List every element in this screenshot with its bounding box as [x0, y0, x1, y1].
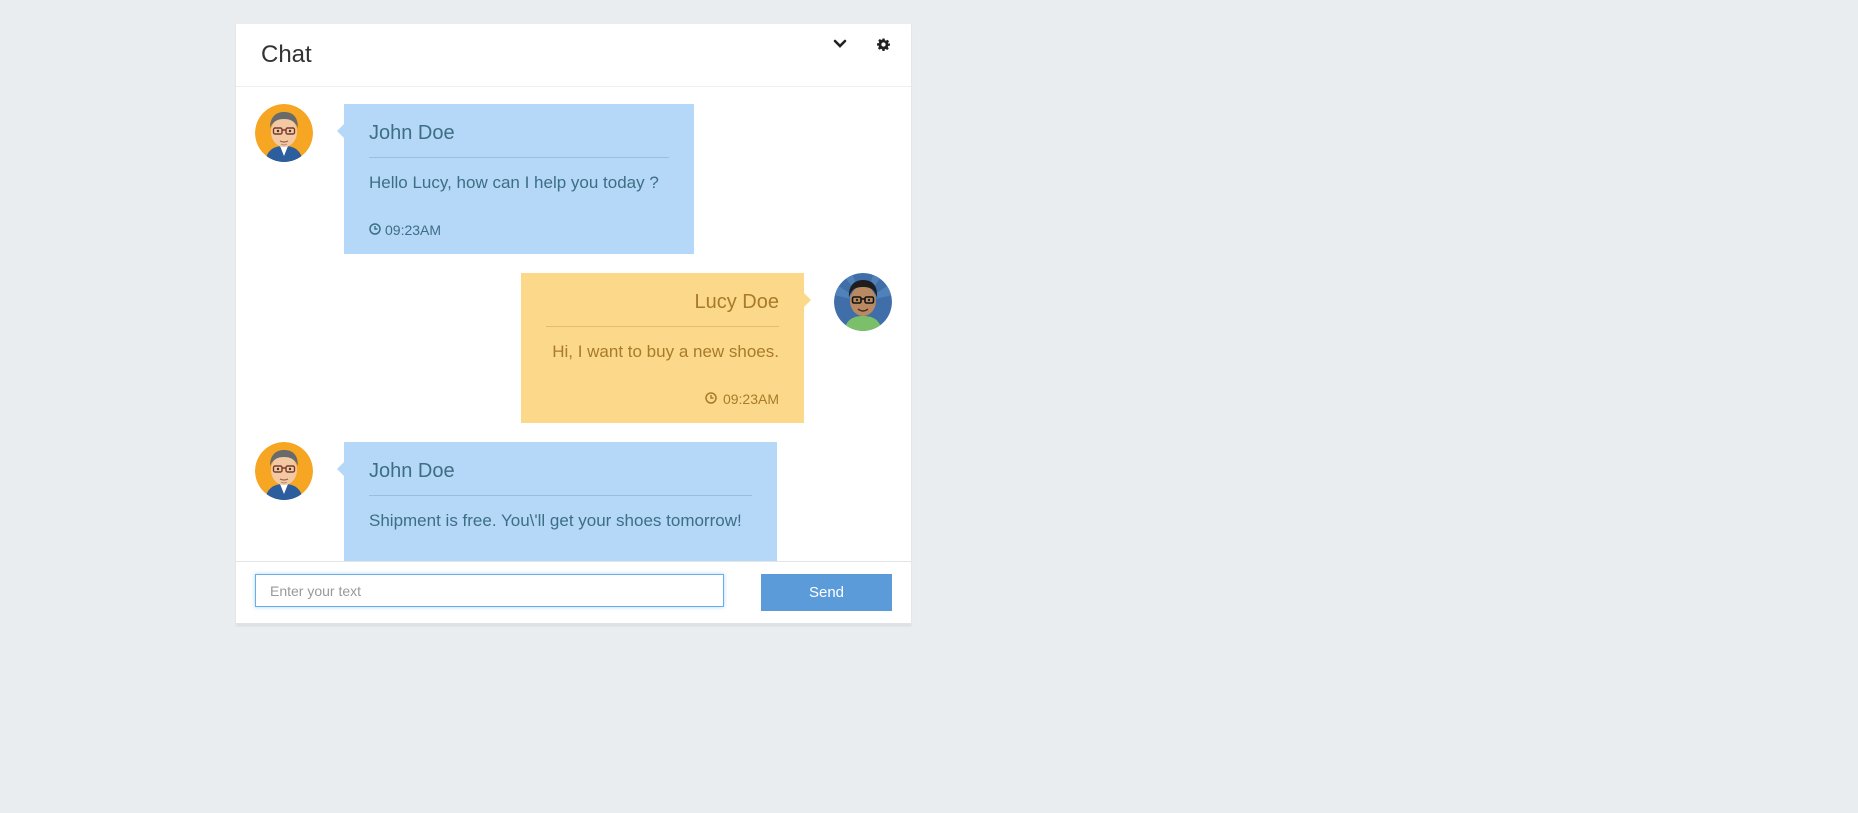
message-sender: John Doe: [369, 104, 669, 158]
bubble-pointer: [804, 293, 811, 307]
message-bubble: John Doe Hello Lucy, how can I help you …: [337, 104, 694, 254]
message-bubble: Lucy Doe Hi, I want to buy a new shoes. …: [521, 273, 811, 423]
bubble-pointer: [337, 462, 344, 476]
message-time: 09:23AM: [722, 391, 779, 407]
message-input[interactable]: [255, 574, 724, 607]
message-list[interactable]: John Doe Hello Lucy, how can I help you …: [236, 87, 911, 561]
avatar-lucy-doe: [834, 273, 892, 331]
send-button[interactable]: Send: [761, 574, 892, 611]
chat-header: Chat: [236, 24, 911, 87]
chat-title: Chat: [261, 41, 312, 68]
message-sender: Lucy Doe: [546, 273, 779, 327]
gear-icon[interactable]: [871, 32, 895, 56]
message-text: Hello Lucy, how can I help you today ?: [369, 173, 659, 192]
message-sender: John Doe: [369, 442, 752, 496]
chevron-down-icon[interactable]: [828, 32, 852, 56]
message-text: Shipment is free. You\'ll get your shoes…: [369, 511, 742, 530]
message-text: Hi, I want to buy a new shoes.: [552, 342, 779, 361]
message-bubble: John Doe Shipment is free. You\'ll get y…: [337, 442, 777, 561]
avatar-john-doe: [255, 104, 313, 162]
message-timestamp: 09:23AM: [546, 362, 779, 407]
chat-panel: Chat John Doe Hello Lucy, how can I help…: [236, 24, 911, 625]
clock-icon: [705, 391, 717, 407]
avatar-john-doe: [255, 442, 313, 500]
chat-composer: Send: [236, 561, 911, 625]
bubble-pointer: [337, 124, 344, 138]
message-timestamp: 09:23AM: [369, 193, 669, 238]
message-time: 09:23AM: [385, 222, 442, 238]
clock-icon: [369, 222, 381, 238]
